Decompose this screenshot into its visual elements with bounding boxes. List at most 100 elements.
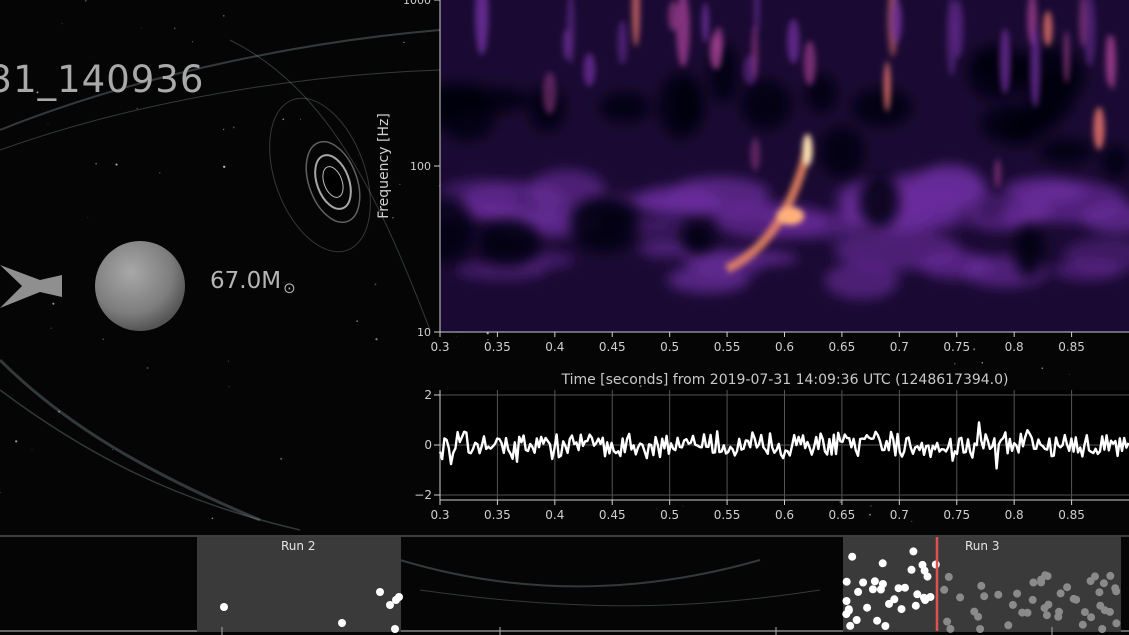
spec-y-tick-label: 1000 — [403, 0, 431, 7]
event-dot-future[interactable] — [1013, 589, 1022, 598]
event-dot[interactable] — [391, 625, 399, 633]
event-dot[interactable] — [848, 552, 857, 561]
event-dot-future[interactable] — [946, 624, 955, 633]
event-dot-future[interactable] — [1004, 621, 1013, 630]
event-dot[interactable] — [907, 565, 916, 574]
event-dot-future[interactable] — [944, 572, 953, 581]
event-dot[interactable] — [842, 597, 851, 605]
event-dot-future[interactable] — [1072, 595, 1081, 604]
event-dot[interactable] — [844, 605, 853, 614]
event-dot[interactable] — [859, 578, 868, 587]
event-dot[interactable] — [921, 596, 930, 605]
event-dot-future[interactable] — [1063, 583, 1072, 592]
chart-xlabel: Time [seconds] from 2019-07-31 14:09:36 … — [560, 372, 1008, 388]
event-dot[interactable] — [901, 583, 909, 592]
event-dot-future[interactable] — [1106, 571, 1115, 580]
observing-runs-strip — [0, 535, 1129, 635]
event-dot[interactable] — [376, 588, 384, 596]
event-dot[interactable] — [852, 616, 861, 624]
ts-x-tick-label: 0.8 — [1005, 508, 1024, 522]
event-dot[interactable] — [881, 622, 890, 630]
event-dot-future[interactable] — [980, 592, 989, 601]
spec-x-ticks: 0.3 0.35 0.4 0.45 0.5 0.55 0.6 0.65 0.7 0.75 0.8 0.… — [430, 332, 1085, 354]
ts-x-tick-label: 0.4 — [545, 508, 564, 522]
ts-y-tick-label: −2 — [414, 488, 432, 502]
event-dot[interactable] — [220, 603, 228, 611]
event-dot-future[interactable] — [956, 593, 965, 602]
event-dot[interactable] — [854, 587, 863, 596]
event-dot-future[interactable] — [1018, 608, 1027, 617]
event-dot-future[interactable] — [1008, 600, 1017, 609]
event-dot-future[interactable] — [943, 617, 952, 626]
ts-x-tick-label: 0.45 — [599, 508, 626, 522]
event-dot[interactable] — [842, 577, 851, 586]
event-dot-future[interactable] — [1041, 571, 1050, 580]
run2-label: Run 2 — [281, 539, 316, 553]
event-dot-future[interactable] — [1055, 607, 1063, 616]
ts-y-tick-label: 2 — [424, 388, 432, 402]
spec-x-tick-label: 0.65 — [829, 340, 856, 354]
ts-x-tick-label: 0.75 — [943, 508, 970, 522]
ts-y-ticks: 2 0 −2 — [414, 388, 440, 502]
spec-x-tick-label: 0.8 — [1005, 340, 1024, 354]
spec-x-tick-label: 0.45 — [599, 340, 626, 354]
event-dot-future[interactable] — [1087, 613, 1096, 622]
event-dot-future[interactable] — [970, 607, 979, 616]
event-dot[interactable] — [870, 577, 879, 586]
event-dot[interactable] — [878, 580, 887, 588]
ts-y-tick-label: 0 — [424, 438, 432, 452]
event-dot[interactable] — [338, 619, 346, 627]
event-dot-future[interactable] — [1040, 604, 1049, 613]
event-dot-future[interactable] — [977, 581, 986, 590]
event-dot[interactable] — [873, 616, 882, 625]
event-dot-future[interactable] — [1080, 608, 1089, 617]
event-dot-future[interactable] — [1078, 620, 1087, 629]
ts-x-tick-label: 0.6 — [775, 508, 794, 522]
event-dot-future[interactable] — [1028, 595, 1037, 604]
event-dot[interactable] — [923, 572, 932, 581]
event-dot[interactable] — [863, 603, 872, 612]
event-dot-future[interactable] — [1042, 611, 1051, 620]
spec-y-tick-label: 10 — [417, 326, 431, 339]
event-dot[interactable] — [909, 547, 918, 556]
ts-x-tick-label: 0.65 — [829, 508, 856, 522]
event-dot-future[interactable] — [940, 585, 949, 594]
spec-x-tick-label: 0.75 — [943, 340, 970, 354]
event-dot-future[interactable] — [1100, 606, 1109, 615]
ts-x-tick-label: 0.5 — [660, 508, 679, 522]
event-dot-future[interactable] — [976, 625, 985, 633]
spec-x-tick-label: 0.4 — [545, 340, 564, 354]
ts-x-ticks: 0.3 0.35 0.4 0.45 0.5 0.55 0.6 0.65 0.7 0.75 0.8 0.… — [430, 500, 1085, 522]
ts-x-tick-label: 0.35 — [484, 508, 511, 522]
event-dot-future[interactable] — [1056, 589, 1065, 598]
run3-label: Run 3 — [965, 539, 1000, 553]
ts-x-tick-label: 0.3 — [430, 508, 449, 522]
event-dot-future[interactable] — [1095, 588, 1104, 597]
event-dot-future[interactable] — [1098, 625, 1107, 633]
event-dot-future[interactable] — [994, 590, 1003, 599]
event-dot-future[interactable] — [1112, 619, 1121, 628]
event-dot[interactable] — [897, 605, 906, 614]
event-dot-future[interactable] — [1099, 579, 1108, 588]
spec-y-label: Frequency [Hz] — [376, 113, 392, 219]
spectrogram-panel: 10 100 1000 0.3 0.35 0.4 0.45 0.5 0.55 0.6 0.65 0.… — [376, 0, 1129, 354]
spec-x-tick-label: 0.5 — [660, 340, 679, 354]
spec-x-tick-label: 0.7 — [890, 340, 909, 354]
event-dot-future[interactable] — [1029, 578, 1038, 587]
event-dot[interactable] — [846, 621, 855, 630]
event-dot[interactable] — [878, 559, 887, 568]
strain-chart: Time [seconds] from 2019-07-31 14:09:36 … — [414, 372, 1129, 522]
spec-x-tick-label: 0.55 — [714, 340, 741, 354]
event-dot-future[interactable] — [1037, 578, 1046, 587]
event-dot[interactable] — [890, 595, 899, 604]
event-dot[interactable] — [395, 593, 403, 601]
ts-x-tick-label: 0.55 — [714, 508, 741, 522]
spec-x-tick-label: 0.6 — [775, 340, 794, 354]
spec-y-tick-label: 100 — [410, 160, 431, 173]
event-dot[interactable] — [911, 601, 920, 610]
event-dot-future[interactable] — [1112, 587, 1121, 596]
event-dot-future[interactable] — [1091, 572, 1099, 581]
spec-x-tick-label: 0.35 — [484, 340, 511, 354]
event-dot[interactable] — [868, 585, 877, 594]
spec-x-tick-label: 0.3 — [430, 340, 449, 354]
